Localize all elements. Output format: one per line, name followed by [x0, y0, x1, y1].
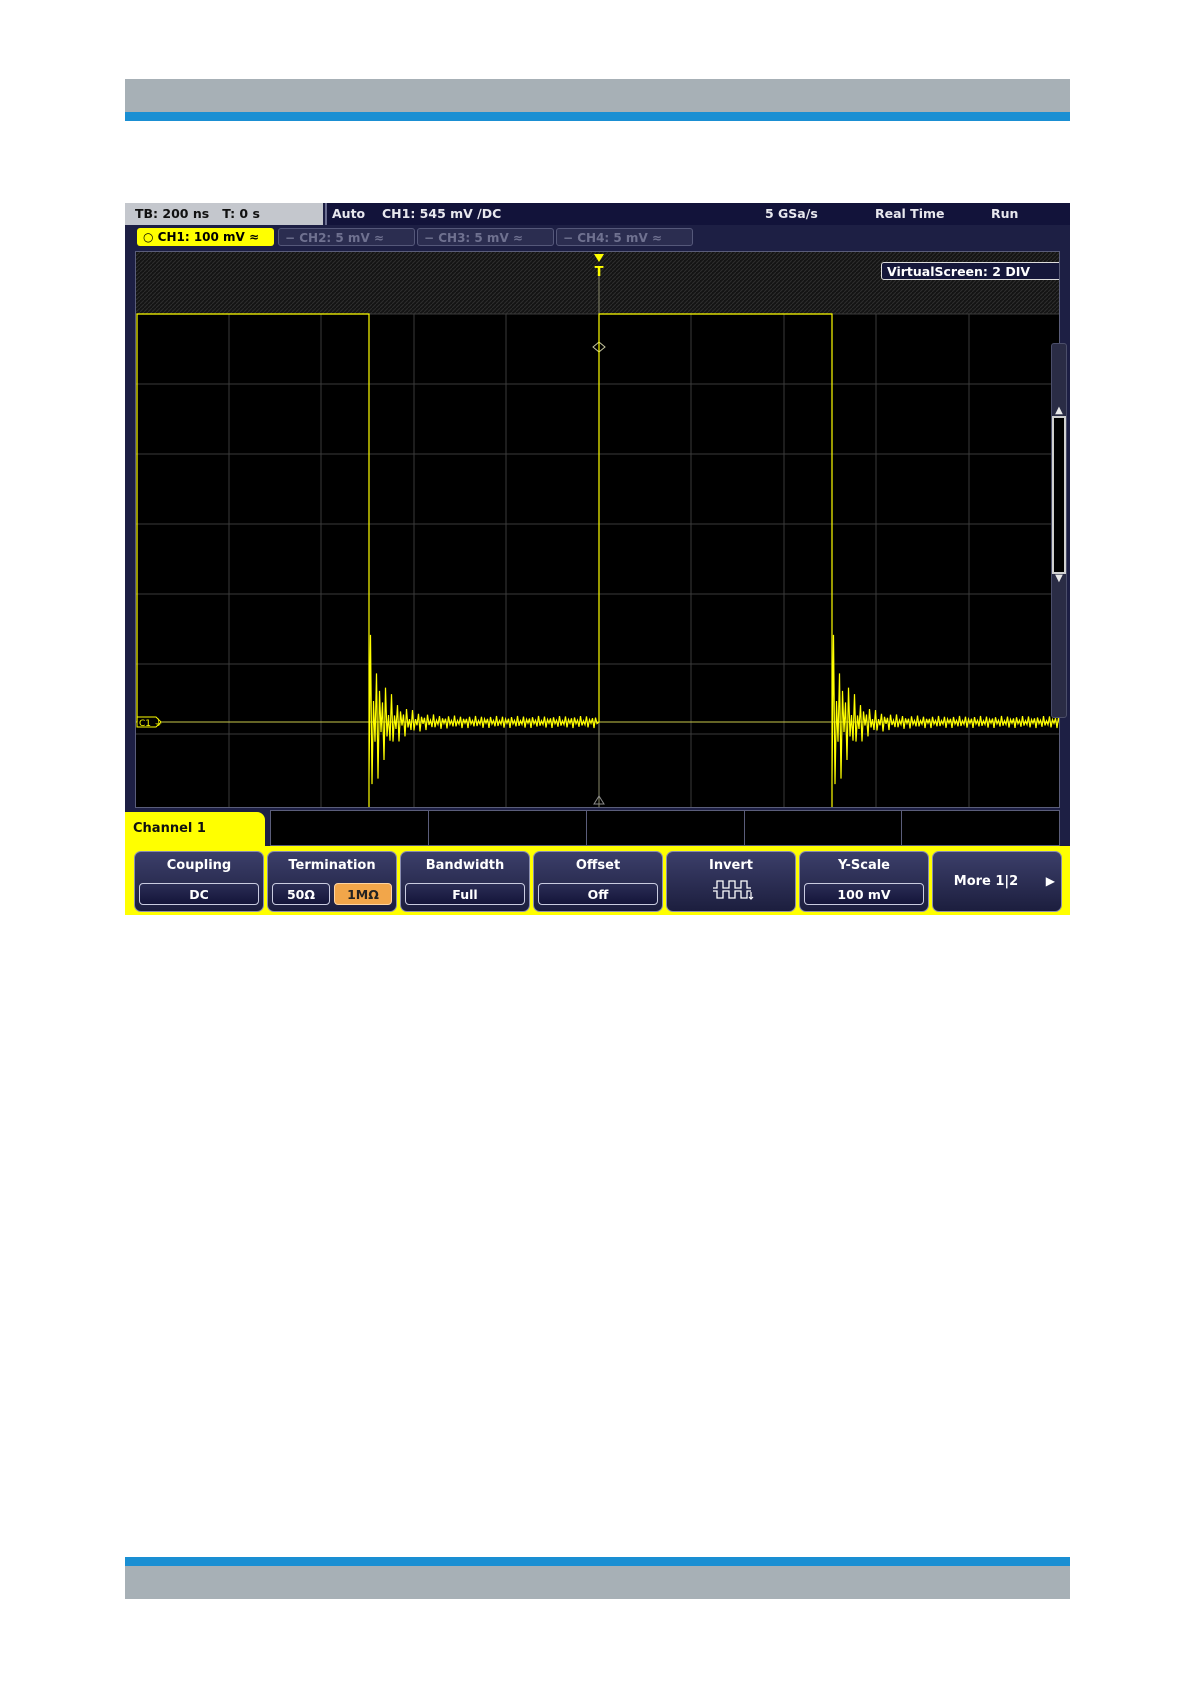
termination-softkey[interactable]: Termination 50Ω 1MΩ [267, 851, 397, 912]
trigger-mode[interactable]: Auto [332, 203, 365, 225]
termination-50ohm-option[interactable]: 50Ω [272, 883, 330, 905]
invert-title: Invert [708, 858, 753, 873]
info-divider [586, 811, 587, 845]
bandwidth-softkey[interactable]: Bandwidth Full [400, 851, 530, 912]
channel1-marker-label: C1 ⏚ [139, 718, 163, 729]
channel-tab-ch2[interactable]: − CH2: 5 mV ≈ [278, 228, 415, 246]
virtual-screen-badge[interactable]: VirtualScreen: 2 DIV [881, 262, 1059, 280]
invert-waveform-icon [713, 880, 754, 900]
coupling-value[interactable]: DC [139, 883, 259, 905]
more-label: More 1|2 [953, 874, 1019, 889]
bandwidth-value[interactable]: Full [405, 883, 525, 905]
waveform-svg: T C1 ⏚ [136, 252, 1059, 807]
yscale-title: Y-Scale [837, 858, 890, 873]
oscilloscope-screen: TB: 200 ns T: 0 s Auto CH1: 545 mV ∕DC 5… [125, 203, 1070, 915]
header-gray-band [125, 79, 1070, 112]
yscale-softkey[interactable]: Y-Scale 100 mV [799, 851, 929, 912]
scroll-up-icon[interactable]: ▲ [1051, 406, 1067, 416]
termination-1mohm-option[interactable]: 1MΩ [334, 883, 392, 905]
info-divider [428, 811, 429, 845]
offset-softkey[interactable]: Offset Off [533, 851, 663, 912]
sample-rate[interactable]: 5 GSa/s [765, 203, 818, 225]
offset-value[interactable]: Off [538, 883, 658, 905]
termination-title: Termination [288, 858, 376, 873]
scroll-down-icon[interactable]: ▼ [1051, 574, 1067, 584]
info-divider [744, 811, 745, 845]
acquisition-mode[interactable]: Real Time [875, 203, 945, 225]
run-state[interactable]: Run [991, 203, 1018, 225]
coupling-title: Coupling [166, 858, 232, 873]
vertical-scrollbar-thumb[interactable] [1052, 416, 1066, 574]
channel-tab-ch4[interactable]: − CH4: 5 mV ≈ [556, 228, 693, 246]
channel-tab-ch1[interactable]: ○ CH1: 100 mV ≈ [137, 228, 274, 246]
graticule [136, 313, 1059, 807]
play-arrow-icon: ▶ [1045, 874, 1055, 888]
info-strip [270, 810, 1060, 846]
trigger-marker-label: T [595, 265, 604, 280]
timebase-readout[interactable]: TB: 200 ns T: 0 s [125, 203, 323, 225]
trigger-info[interactable]: CH1: 545 mV ∕DC [382, 203, 501, 225]
menu-title: Channel 1 [133, 821, 206, 836]
footer-blue-band [125, 1557, 1070, 1566]
footer-gray-band [125, 1566, 1070, 1599]
channel-tab-ch3[interactable]: − CH3: 5 mV ≈ [417, 228, 554, 246]
coupling-softkey[interactable]: Coupling DC [134, 851, 264, 912]
offset-title: Offset [575, 858, 621, 873]
info-divider [901, 811, 902, 845]
invert-softkey[interactable]: Invert [666, 851, 796, 912]
waveform-display[interactable]: T C1 ⏚ VirtualScreen: 2 DIV [135, 251, 1060, 808]
more-softkey[interactable]: More 1|2 ▶ [932, 851, 1062, 912]
yscale-value[interactable]: 100 mV [804, 883, 924, 905]
bandwidth-title: Bandwidth [425, 858, 505, 873]
header-blue-band [125, 112, 1070, 121]
